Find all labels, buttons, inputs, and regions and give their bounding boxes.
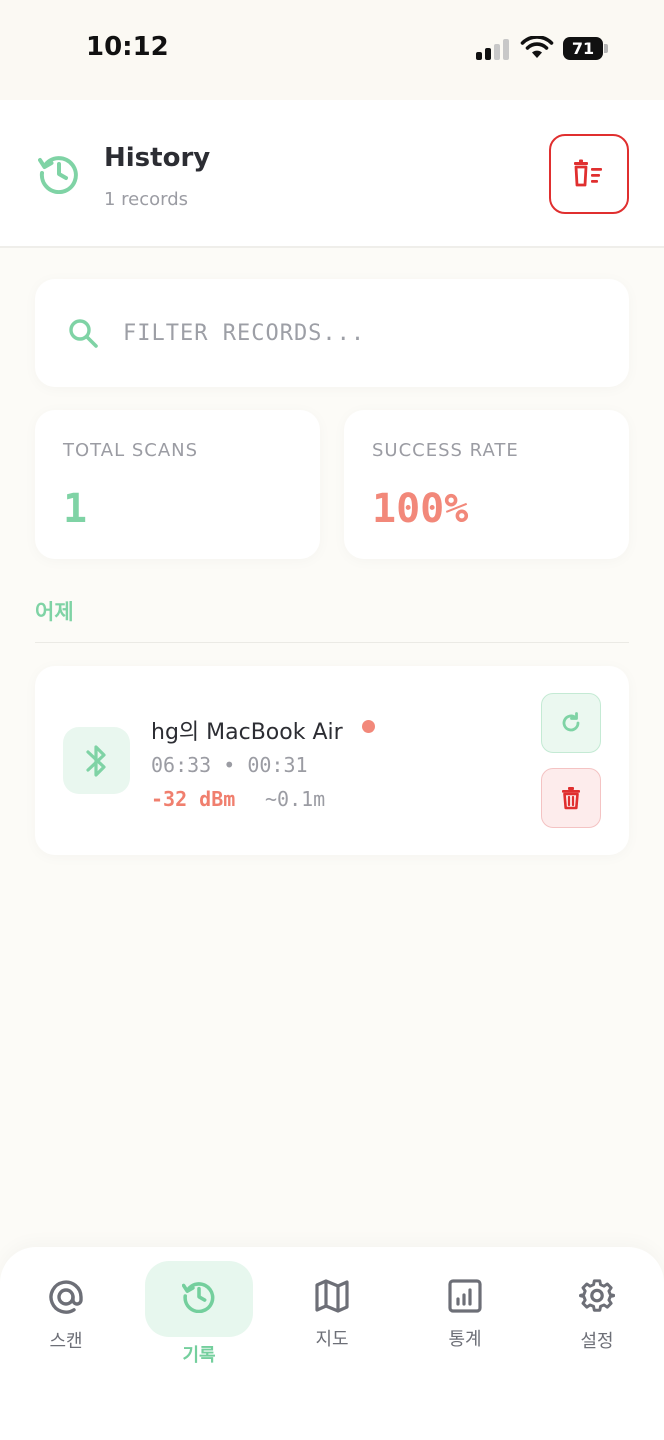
nav-item-stats[interactable]: 통계: [411, 1261, 519, 1371]
search-bar: [35, 279, 629, 387]
success-rate-card: SUCCESS RATE 100%: [344, 410, 629, 559]
nav-label-history: 기록: [182, 1345, 216, 1366]
device-name: hg의 MacBook Air: [151, 720, 343, 745]
nav-item-history[interactable]: 기록: [145, 1261, 253, 1371]
gear-icon: [579, 1279, 615, 1312]
status-time: 10:12: [86, 32, 169, 62]
bluetooth-icon: [85, 744, 106, 777]
clear-all-icon: [574, 159, 602, 187]
refresh-icon: [562, 712, 580, 732]
at-icon: [49, 1280, 83, 1314]
nav-label-stats: 통계: [448, 1329, 482, 1350]
record-item[interactable]: hg의 MacBook Air 06:33 • 00:31 -32 dBm ~0…: [35, 666, 629, 855]
trash-icon: [562, 787, 580, 810]
search-input[interactable]: [123, 309, 603, 357]
status-bar: 10:12 71: [0, 0, 664, 100]
battery-indicator: 71: [563, 37, 603, 60]
delete-record-button[interactable]: [541, 768, 601, 828]
map-icon: [315, 1279, 349, 1313]
bottom-nav: 스캔 기록 지도 통계 설정: [0, 1247, 664, 1440]
total-scans-label: TOTAL SCANS: [63, 440, 199, 461]
battery-tip: [604, 44, 608, 53]
clear-history-button[interactable]: [549, 134, 629, 214]
nav-item-settings[interactable]: 설정: [543, 1261, 651, 1371]
total-scans-value: 1: [63, 486, 88, 532]
nav-label-settings: 설정: [580, 1331, 614, 1352]
search-icon: [69, 319, 98, 348]
total-scans-card: TOTAL SCANS 1: [35, 410, 320, 559]
success-rate-label: SUCCESS RATE: [372, 440, 519, 461]
nav-item-scan[interactable]: 스캔: [12, 1261, 120, 1371]
nav-label-scan: 스캔: [49, 1331, 83, 1352]
wifi-icon: [520, 36, 554, 58]
page-title: History: [104, 143, 211, 173]
history-icon: [38, 156, 78, 194]
device-icon-box: [63, 727, 130, 794]
section-divider: [35, 642, 629, 643]
header: History 1 records: [0, 100, 664, 248]
success-rate-value: 100%: [372, 486, 469, 532]
record-rssi: -32 dBm: [151, 787, 236, 811]
chart-icon: [448, 1279, 482, 1313]
nav-item-map[interactable]: 지도: [278, 1261, 386, 1371]
record-times: 06:33 • 00:31: [151, 753, 308, 777]
record-count: 1 records: [104, 189, 189, 210]
rescan-button[interactable]: [541, 693, 601, 753]
history-icon: [182, 1282, 215, 1313]
nav-label-map: 지도: [315, 1329, 349, 1350]
status-dot: [362, 720, 375, 733]
record-distance: ~0.1m: [265, 787, 326, 811]
date-section-label: 어제: [35, 600, 74, 624]
signal-icon: [476, 38, 510, 60]
